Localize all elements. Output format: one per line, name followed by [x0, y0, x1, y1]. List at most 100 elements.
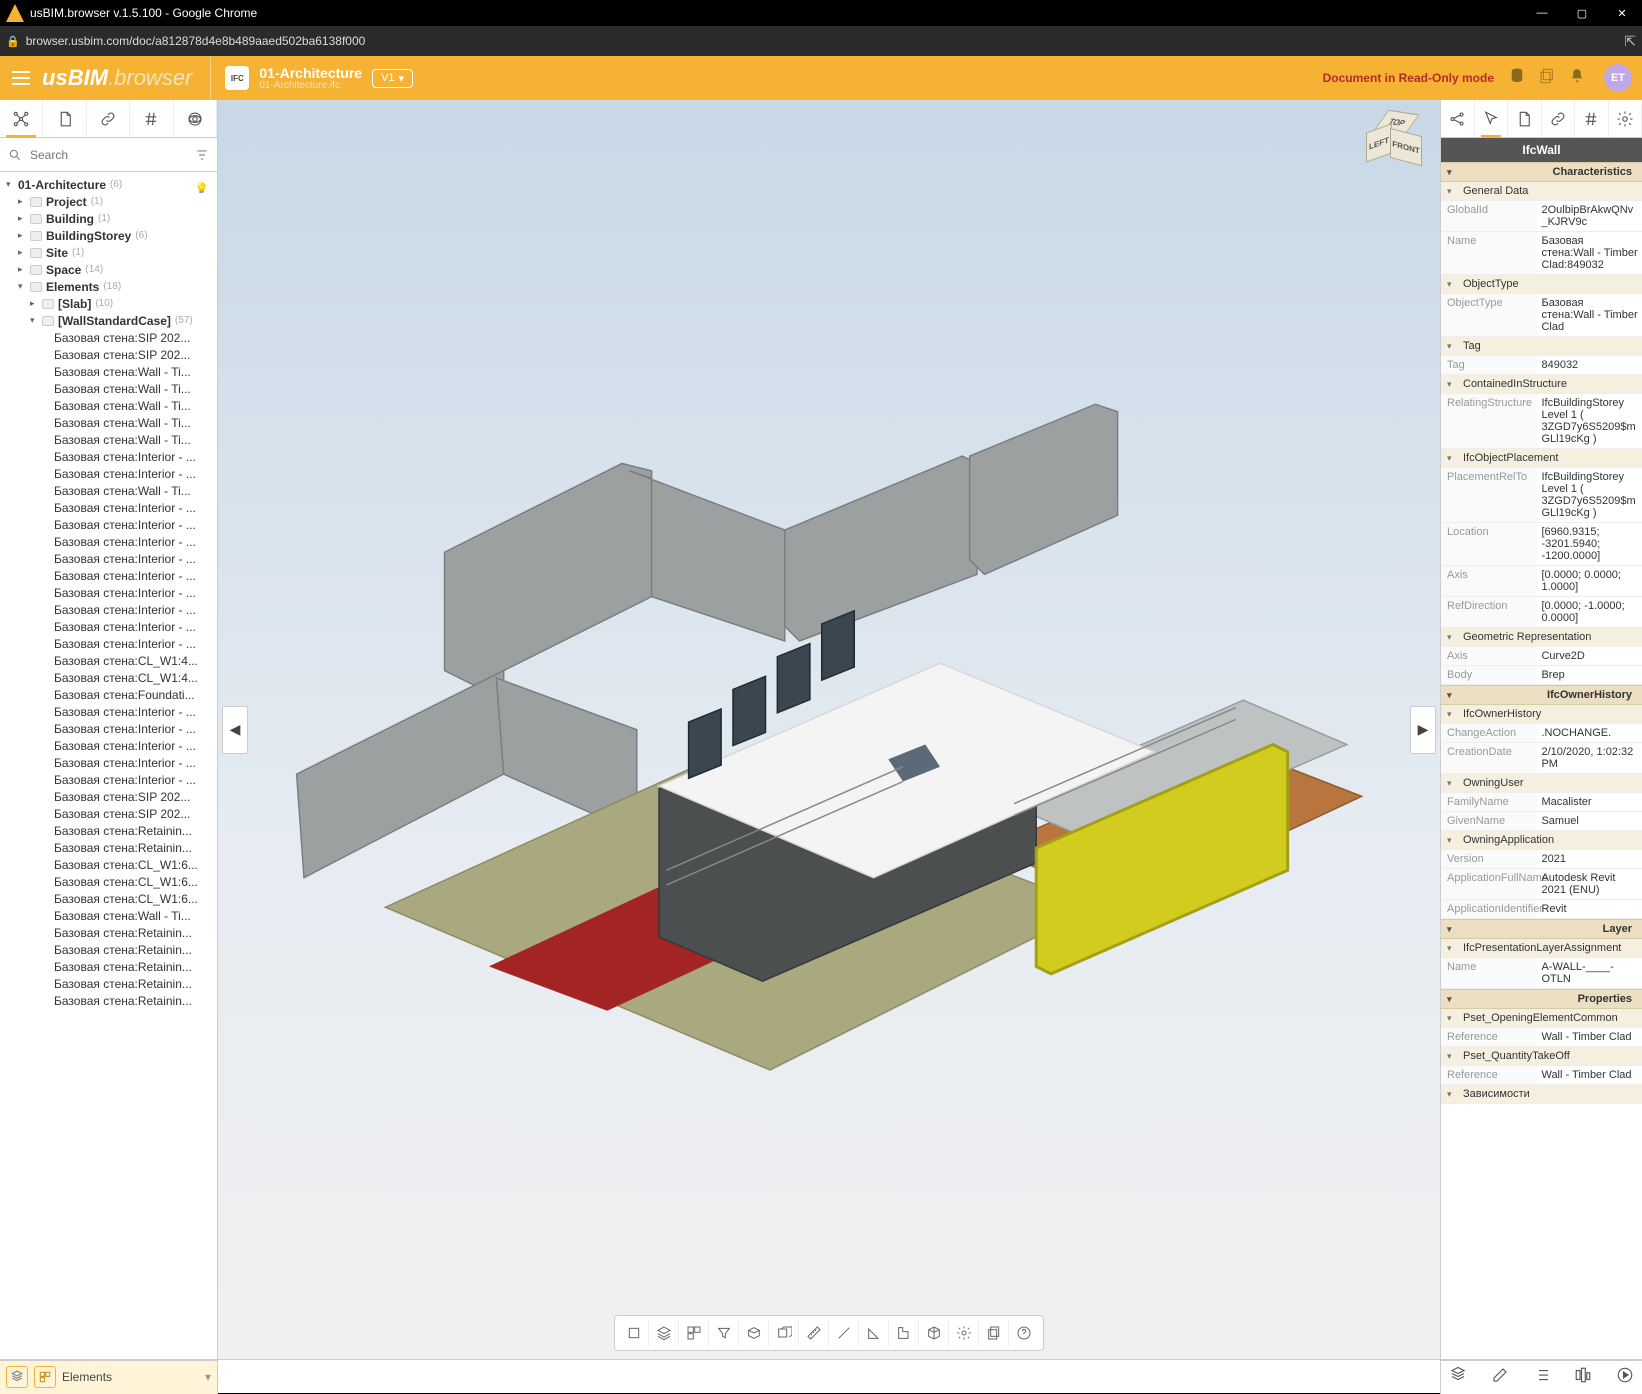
right-tab-share[interactable]	[1441, 100, 1475, 137]
right-tab-select[interactable]	[1475, 100, 1509, 137]
left-tab-render[interactable]	[174, 100, 217, 137]
window-minimize[interactable]: —	[1522, 0, 1562, 26]
tree-node[interactable]: ▸[Slab](10)	[0, 295, 217, 312]
user-avatar[interactable]: ET	[1604, 64, 1632, 92]
tree-node[interactable]: Базовая стена:Interior - ...	[0, 533, 217, 550]
tree-node[interactable]: Базовая стена:Wall - Ti...	[0, 414, 217, 431]
group-header[interactable]: ▾ContainedInStructure	[1441, 375, 1642, 394]
tree-node[interactable]: Базовая стена:Interior - ...	[0, 584, 217, 601]
tree-node[interactable]: Базовая стена:Interior - ...	[0, 754, 217, 771]
elements-dropdown[interactable]: Elements ▾	[62, 1370, 211, 1384]
panel-toggle-left[interactable]: ◀	[222, 706, 248, 754]
right-tab-links[interactable]	[1542, 100, 1576, 137]
tree-node[interactable]: ▸Space(14)	[0, 261, 217, 278]
tree-node[interactable]: ▸Project(1)	[0, 193, 217, 210]
tree-node[interactable]: ▸BuildingStorey(6)	[0, 227, 217, 244]
tree-node[interactable]: Базовая стена:SIP 202...	[0, 329, 217, 346]
tree-node[interactable]: Базовая стена:SIP 202...	[0, 788, 217, 805]
tree-node[interactable]: Базовая стена:Retainin...	[0, 924, 217, 941]
tree-node[interactable]: Базовая стена:Wall - Ti...	[0, 380, 217, 397]
tree-node[interactable]: Базовая стена:Interior - ...	[0, 737, 217, 754]
tree-node[interactable]: Базовая стена:Interior - ...	[0, 601, 217, 618]
tree-node[interactable]: Базовая стена:Retainin...	[0, 941, 217, 958]
caret-icon[interactable]: ▸	[18, 230, 28, 241]
viewport-3d[interactable]: ◀ ▶ TOP LEFT FRONT	[218, 100, 1440, 1359]
tree-node[interactable]: Базовая стена:Wall - Ti...	[0, 482, 217, 499]
copy-icon[interactable]	[1538, 67, 1556, 90]
tree-node[interactable]: Базовая стена:SIP 202...	[0, 805, 217, 822]
group-header[interactable]: ▾General Data	[1441, 182, 1642, 201]
tool-clip-front[interactable]	[769, 1320, 799, 1346]
view-cube[interactable]: TOP LEFT FRONT	[1360, 110, 1430, 180]
tree-node[interactable]: Базовая стена:Wall - Ti...	[0, 363, 217, 380]
tool-run-icon[interactable]	[1616, 1366, 1634, 1389]
group-header[interactable]: ▾Pset_QuantityTakeOff	[1441, 1047, 1642, 1066]
tool-timeline-icon[interactable]	[1574, 1366, 1592, 1389]
properties-panel[interactable]: ▾Characteristics▾General DataGlobalId2Ou…	[1441, 162, 1642, 1359]
document-chip[interactable]: IFC 01-Architecture 01-Architecture.ifc …	[210, 56, 413, 100]
tool-layers[interactable]	[649, 1320, 679, 1346]
tree-node[interactable]: Базовая стена:SIP 202...	[0, 346, 217, 363]
group-header[interactable]: ▾IfcObjectPlacement	[1441, 449, 1642, 468]
tool-filter[interactable]	[709, 1320, 739, 1346]
group-header[interactable]: ▾Pset_OpeningElementCommon	[1441, 1009, 1642, 1028]
tool-cube[interactable]	[919, 1320, 949, 1346]
caret-icon[interactable]: ▸	[18, 247, 28, 258]
caret-icon[interactable]: ▾	[18, 281, 28, 292]
viewcube-left[interactable]: LEFT	[1366, 123, 1392, 162]
tree-node[interactable]: Базовая стена:Retainin...	[0, 958, 217, 975]
filter-icon[interactable]	[195, 148, 209, 162]
caret-icon[interactable]: ▸	[18, 196, 28, 207]
version-selector[interactable]: V1 ▾	[372, 69, 413, 88]
section-header[interactable]: ▾Properties	[1441, 989, 1642, 1009]
tool-list-icon[interactable]	[1533, 1366, 1551, 1389]
tree-node[interactable]: Базовая стена:Retainin...	[0, 839, 217, 856]
caret-icon[interactable]: ▾	[30, 315, 40, 326]
section-header[interactable]: ▾Layer	[1441, 919, 1642, 939]
group-header[interactable]: ▾IfcPresentationLayerAssignment	[1441, 939, 1642, 958]
tree-node[interactable]: ▸Site(1)	[0, 244, 217, 261]
caret-icon[interactable]: ▸	[18, 264, 28, 275]
hamburger-menu[interactable]	[6, 63, 36, 93]
left-tab-structure[interactable]	[0, 100, 43, 137]
tree-node[interactable]: Базовая стена:Interior - ...	[0, 550, 217, 567]
tree-node[interactable]: Базовая стена:CL_W1:6...	[0, 856, 217, 873]
bell-icon[interactable]	[1568, 67, 1586, 90]
tool-gear[interactable]	[949, 1320, 979, 1346]
tool-area[interactable]	[889, 1320, 919, 1346]
tree-node[interactable]: Базовая стена:Wall - Ti...	[0, 907, 217, 924]
tool-measure[interactable]	[799, 1320, 829, 1346]
tree-node[interactable]: Базовая стена:Wall - Ti...	[0, 397, 217, 414]
left-tab-links[interactable]	[87, 100, 130, 137]
tree-node[interactable]: Базовая стена:Retainin...	[0, 975, 217, 992]
tree-node[interactable]: Базовая стена:Interior - ...	[0, 499, 217, 516]
tree-node[interactable]: ▾Elements(18)	[0, 278, 217, 295]
tool-select-mode[interactable]	[619, 1320, 649, 1346]
tree-node[interactable]: Базовая стена:Interior - ...	[0, 635, 217, 652]
tree-node[interactable]: Базовая стена:Interior - ...	[0, 618, 217, 635]
lightbulb-icon[interactable]: 💡	[194, 182, 209, 193]
tree-node[interactable]: Базовая стена:Interior - ...	[0, 465, 217, 482]
tool-help[interactable]	[1009, 1320, 1039, 1346]
left-tab-hash[interactable]	[130, 100, 173, 137]
tree-node[interactable]: Базовая стена:Interior - ...	[0, 567, 217, 584]
tree-node[interactable]: Базовая стена:Interior - ...	[0, 771, 217, 788]
right-tab-documents[interactable]	[1508, 100, 1542, 137]
tree-node[interactable]: Базовая стена:CL_W1:4...	[0, 652, 217, 669]
tree-node[interactable]: Базовая стена:Wall - Ti...	[0, 431, 217, 448]
share-page-icon[interactable]: ⇱	[1624, 33, 1636, 50]
tree-node[interactable]: Базовая стена:CL_W1:6...	[0, 873, 217, 890]
caret-icon[interactable]: ▸	[30, 298, 40, 309]
tree-node[interactable]: Базовая стена:CL_W1:4...	[0, 669, 217, 686]
tree-node[interactable]: Базовая стена:Interior - ...	[0, 448, 217, 465]
group-header[interactable]: ▾OwningApplication	[1441, 831, 1642, 850]
window-maximize[interactable]: ▢	[1562, 0, 1602, 26]
section-header[interactable]: ▾IfcOwnerHistory	[1441, 685, 1642, 705]
panel-toggle-right[interactable]: ▶	[1410, 706, 1436, 754]
database-icon[interactable]	[1508, 67, 1526, 90]
viewcube-front[interactable]: FRONT	[1390, 128, 1422, 167]
tree-node[interactable]: Базовая стена:Interior - ...	[0, 720, 217, 737]
tree-node[interactable]: Базовая стена:Retainin...	[0, 822, 217, 839]
group-header[interactable]: ▾Tag	[1441, 337, 1642, 356]
group-header[interactable]: ▾ObjectType	[1441, 275, 1642, 294]
